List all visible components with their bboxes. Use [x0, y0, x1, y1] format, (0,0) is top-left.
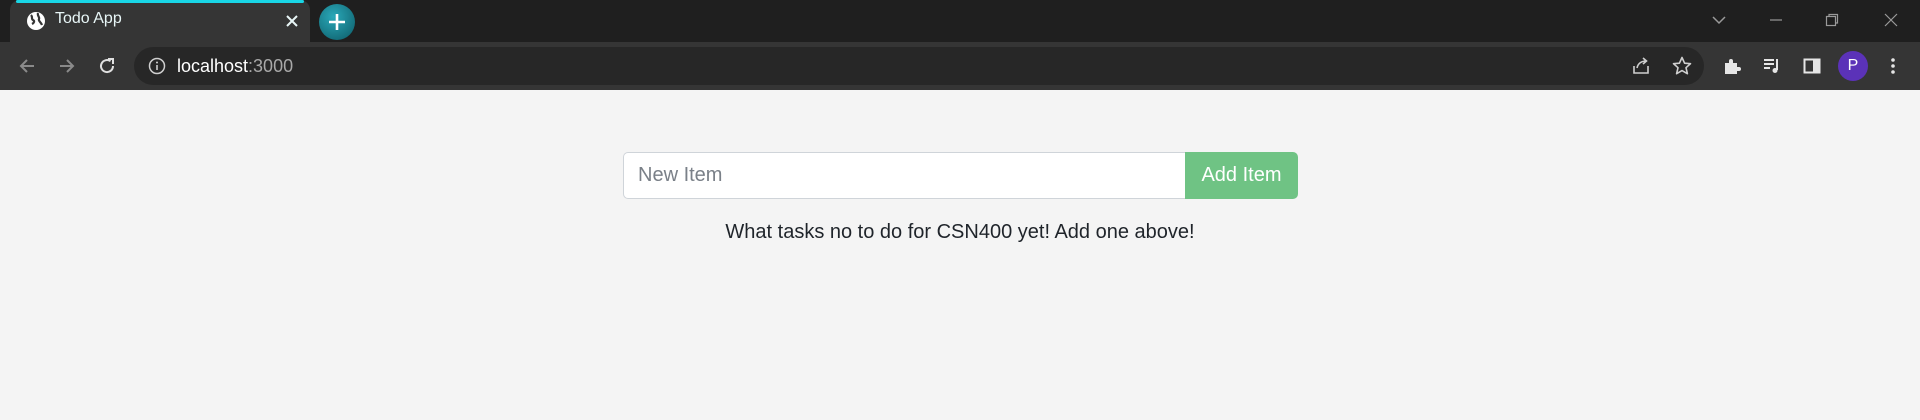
share-icon[interactable] [1630, 55, 1652, 77]
address-url: localhost:3000 [177, 56, 293, 77]
globe-icon [26, 11, 46, 31]
restore-button[interactable] [1812, 4, 1852, 36]
address-port: :3000 [248, 56, 294, 76]
browser-toolbar: localhost:3000 P [0, 42, 1920, 90]
extensions-button[interactable] [1718, 52, 1746, 80]
new-tab-button[interactable] [319, 4, 355, 40]
plus-icon [329, 14, 345, 30]
tab-search-button[interactable] [1699, 4, 1739, 36]
tab-active-indicator [16, 0, 304, 3]
address-bar[interactable]: localhost:3000 [134, 47, 1704, 85]
reload-button[interactable] [93, 52, 121, 80]
bookmark-star-icon[interactable] [1671, 55, 1693, 77]
new-item-input[interactable] [623, 152, 1185, 199]
close-icon [1884, 13, 1898, 27]
side-panel-icon [1803, 58, 1821, 74]
tab-strip: Todo App [0, 0, 1920, 42]
kebab-menu-icon [1891, 58, 1895, 74]
todo-page: Add Item What tasks no to do for CSN400 … [0, 90, 1920, 420]
add-item-button[interactable]: Add Item [1185, 152, 1298, 199]
back-button[interactable] [13, 52, 41, 80]
forward-button[interactable] [53, 52, 81, 80]
chevron-down-icon [1712, 16, 1726, 25]
browser-tab[interactable]: Todo App [10, 0, 310, 42]
profile-avatar[interactable]: P [1838, 51, 1868, 81]
reload-icon [100, 58, 115, 74]
address-host: localhost [177, 56, 249, 76]
empty-state-message: What tasks no to do for CSN400 yet! Add … [725, 221, 1195, 243]
add-item-form: Add Item [623, 152, 1298, 199]
arrow-right-icon [60, 59, 75, 73]
side-panel-button[interactable] [1798, 52, 1826, 80]
playlist-icon [1764, 59, 1778, 73]
close-window-button[interactable] [1871, 4, 1911, 36]
restore-icon [1825, 13, 1839, 27]
media-control-button[interactable] [1758, 52, 1786, 80]
puzzle-icon [1725, 59, 1741, 74]
info-icon[interactable] [148, 57, 166, 75]
tab-close-icon[interactable] [282, 11, 302, 31]
menu-button[interactable] [1879, 52, 1907, 80]
tab-title: Todo App [55, 10, 122, 27]
minimize-icon [1770, 19, 1782, 21]
arrow-left-icon [19, 59, 34, 73]
minimize-button[interactable] [1756, 4, 1796, 36]
